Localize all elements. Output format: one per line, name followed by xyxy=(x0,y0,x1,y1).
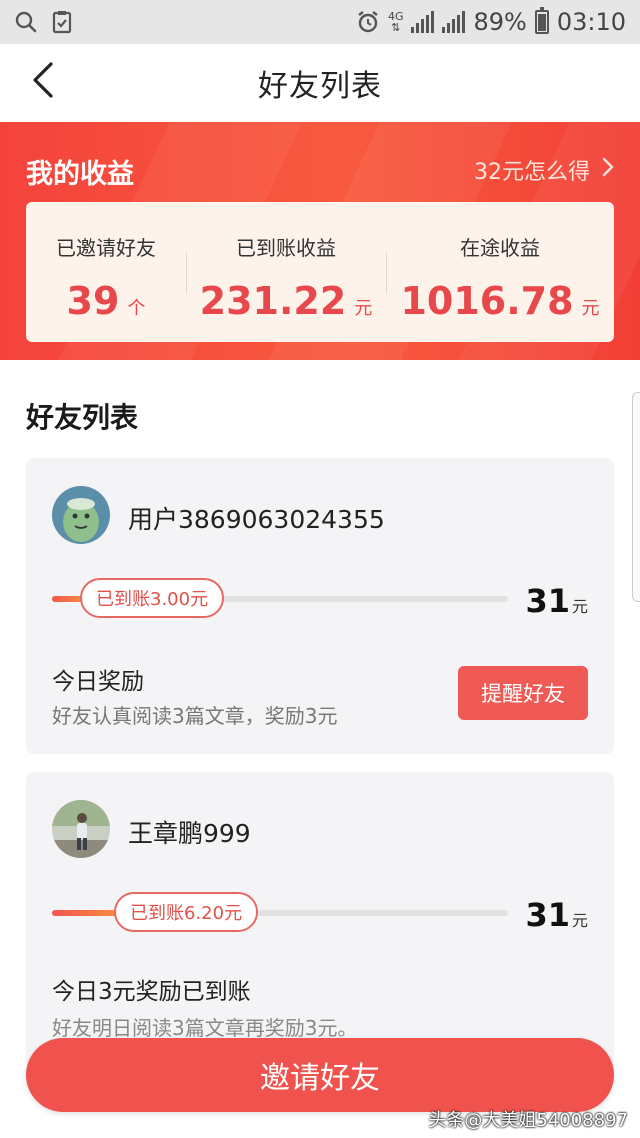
earnings-title: 我的收益 xyxy=(26,159,134,190)
friends-section-title: 好友列表 xyxy=(26,401,139,434)
stat-label: 已到账收益 xyxy=(236,236,336,260)
stat-received-earnings: 已到账收益 231.22 元 xyxy=(186,202,386,342)
reward-total-value: 31 xyxy=(525,582,570,620)
today-reward-title: 今日3元奖励已到账 xyxy=(52,979,251,1005)
stat-value: 231.22 xyxy=(199,279,347,323)
chevron-right-icon xyxy=(602,157,614,183)
reward-total: 31 元 xyxy=(525,896,588,934)
stat-value: 39 xyxy=(66,279,120,323)
network-type: 4G ⇅ xyxy=(387,10,404,34)
stat-label: 已邀请好友 xyxy=(56,236,156,260)
back-button[interactable] xyxy=(24,62,64,102)
earnings-banner: 我的收益 32元怎么得 已邀请好友 39 个 已到账收益 231.22 元 在途… xyxy=(0,122,640,360)
status-time: 03:10 xyxy=(556,8,626,36)
battery-percent: 89% xyxy=(473,8,527,36)
how-to-earn-label: 32元怎么得 xyxy=(474,160,590,185)
reward-total-unit: 元 xyxy=(571,911,588,930)
reward-total-value: 31 xyxy=(525,896,570,934)
remind-friend-button[interactable]: 提醒好友 xyxy=(458,666,588,720)
progress-label-badge: 已到账6.20元 xyxy=(114,892,259,932)
progress-label-badge: 已到账3.00元 xyxy=(80,578,225,618)
stat-value-wrap: 1016.78 元 xyxy=(400,279,599,323)
stat-label: 在途收益 xyxy=(460,236,540,260)
avatar xyxy=(52,800,110,858)
friend-name: 用户3869063024355 xyxy=(128,505,385,534)
stat-unit: 个 xyxy=(127,298,146,319)
signal-icon-secondary xyxy=(442,11,466,33)
stat-invited-friends: 已邀请好友 39 个 xyxy=(26,202,186,342)
friend-card: 用户3869063024355 已到账3.00元 31 元 今日奖励 好友认真阅… xyxy=(26,458,614,754)
stat-value: 1016.78 xyxy=(400,279,574,323)
friend-card: 王章鹏999 已到账6.20元 31 元 今日3元奖励已到账 好友明日阅读3篇文… xyxy=(26,772,614,1072)
today-reward-desc: 好友明日阅读3篇文章再奖励3元。 xyxy=(52,1016,358,1040)
status-right-icons: 4G ⇅ 89% 03:10 xyxy=(356,7,626,36)
earnings-stats-card: 已邀请好友 39 个 已到账收益 231.22 元 在途收益 1016.78 元 xyxy=(26,202,614,342)
invite-friends-button[interactable]: 邀请好友 xyxy=(26,1038,614,1112)
today-reward-desc: 好友认真阅读3篇文章，奖励3元 xyxy=(52,704,338,728)
stat-unit: 元 xyxy=(581,298,600,319)
alarm-icon xyxy=(356,10,380,34)
reward-total: 31 元 xyxy=(525,582,588,620)
signal-icon xyxy=(411,11,435,33)
avatar xyxy=(52,486,110,544)
reward-total-unit: 元 xyxy=(571,597,588,616)
search-icon xyxy=(14,10,38,34)
stat-unit: 元 xyxy=(354,298,373,319)
status-bar: 4G ⇅ 89% 03:10 xyxy=(0,0,640,44)
stat-pending-earnings: 在途收益 1016.78 元 xyxy=(386,202,614,342)
scrollbar[interactable] xyxy=(632,392,640,602)
watermark: 头条@大美姐54008897 xyxy=(428,1110,628,1131)
friend-name: 王章鹏999 xyxy=(128,819,251,848)
battery-icon xyxy=(534,7,549,34)
nav-bar: 好友列表 xyxy=(0,44,640,122)
today-reward-title: 今日奖励 xyxy=(52,669,144,695)
stat-value-wrap: 39 个 xyxy=(67,279,146,323)
chevron-left-icon xyxy=(31,62,57,102)
clipboard-check-icon xyxy=(50,10,74,34)
stat-value-wrap: 231.22 元 xyxy=(200,279,373,323)
status-left-icons xyxy=(14,10,74,34)
page-title: 好友列表 xyxy=(258,69,382,104)
how-to-earn-link[interactable]: 32元怎么得 xyxy=(474,154,614,186)
